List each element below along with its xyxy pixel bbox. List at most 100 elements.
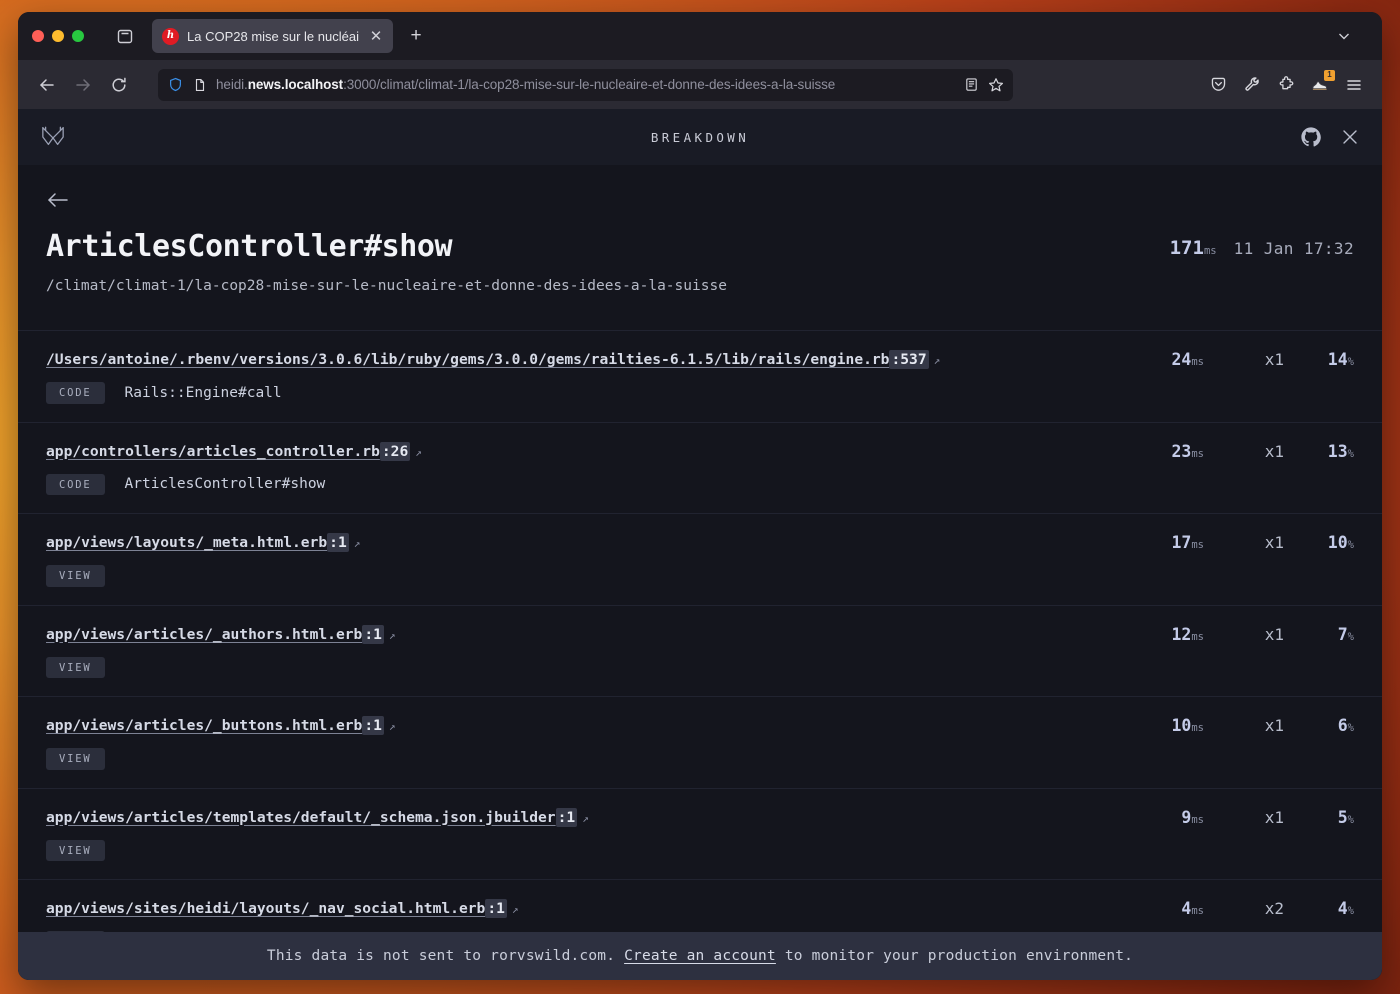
shoe-extension-icon[interactable]: 1 <box>1304 69 1336 101</box>
close-window-button[interactable] <box>32 30 44 42</box>
row-filepath-link[interactable]: app/views/sites/heidi/layouts/_nav_socia… <box>46 898 1109 918</box>
table-row: app/views/articles/templates/default/_sc… <box>18 787 1382 880</box>
row-metrics: 4ms x2 4% <box>1109 898 1354 918</box>
reload-button[interactable] <box>102 68 136 102</box>
row-line-number: :1 <box>485 899 507 918</box>
table-row: app/controllers/articles_controller.rb:2… <box>18 421 1382 514</box>
request-duration: 171ms <box>1169 237 1217 259</box>
row-percentage: 14% <box>1327 350 1354 369</box>
panel-back-row <box>18 165 1382 209</box>
minimize-window-button[interactable] <box>52 30 64 42</box>
row-badge-row: VIEW <box>46 565 1109 587</box>
row-call-count: x1 <box>1264 716 1284 735</box>
sidebar-toggle-icon[interactable] <box>110 21 140 51</box>
row-filepath-link[interactable]: app/views/layouts/_meta.html.erb:1 ↗ <box>46 532 1109 552</box>
external-link-icon[interactable]: ↗ <box>582 812 589 825</box>
row-main: app/views/articles/templates/default/_sc… <box>46 807 1109 861</box>
row-filepath-link[interactable]: app/views/articles/_authors.html.erb:1 ↗ <box>46 624 1109 644</box>
row-filepath-text: app/views/sites/heidi/layouts/_nav_socia… <box>46 900 486 917</box>
table-row: app/views/sites/heidi/layouts/_nav_socia… <box>18 879 1382 932</box>
extensions-puzzle-icon[interactable] <box>1270 69 1302 101</box>
wrench-devtools-icon[interactable] <box>1236 69 1268 101</box>
panel-footer: This data is not sent to rorvswild.com. … <box>18 932 1382 980</box>
maximize-window-button[interactable] <box>72 30 84 42</box>
rorvswild-logo-icon[interactable] <box>40 125 66 149</box>
row-metrics: 12ms x1 7% <box>1109 624 1354 644</box>
row-percentage: 10% <box>1327 533 1354 552</box>
row-kind-badge: VIEW <box>46 748 105 770</box>
row-duration: 9ms <box>1181 807 1204 827</box>
create-account-link[interactable]: Create an account <box>624 948 776 964</box>
row-filepath-link[interactable]: app/views/articles/_buttons.html.erb:1 ↗ <box>46 715 1109 735</box>
row-main: app/views/layouts/_meta.html.erb:1 ↗ VIEW <box>46 532 1109 587</box>
external-link-icon[interactable]: ↗ <box>415 446 422 459</box>
row-duration: 23ms <box>1171 441 1204 461</box>
external-link-icon[interactable]: ↗ <box>389 720 396 733</box>
new-tab-button[interactable]: + <box>401 21 431 51</box>
panel-back-arrow-icon[interactable] <box>46 191 1382 209</box>
shield-icon[interactable] <box>166 76 184 94</box>
url-bar[interactable]: heidi.news.localhost:3000/climat/climat-… <box>158 68 1013 101</box>
row-filepath-text: app/views/articles/_buttons.html.erb <box>46 717 363 734</box>
row-percentage: 13% <box>1327 441 1354 461</box>
row-call-count: x1 <box>1264 441 1284 461</box>
row-filepath-text: app/controllers/articles_controller.rb <box>46 442 380 460</box>
row-line-number: :1 <box>362 624 384 644</box>
github-icon[interactable] <box>1300 126 1322 148</box>
panel-header: BREAKDOWN <box>18 109 1382 165</box>
footer-text-before: This data is not sent to rorvswild.com. <box>266 948 616 964</box>
row-metrics: 17ms x1 10% <box>1109 532 1354 552</box>
tab-close-icon[interactable]: ✕ <box>367 27 385 45</box>
table-row: app/views/articles/_authors.html.erb:1 ↗ V… <box>18 604 1382 697</box>
tab-strip-right-controls <box>1330 22 1372 50</box>
row-filepath-link[interactable]: app/views/articles/templates/default/_sc… <box>46 807 1109 827</box>
list-all-tabs-chevron-down-icon[interactable] <box>1330 22 1358 50</box>
external-link-icon[interactable]: ↗ <box>389 629 396 642</box>
external-link-icon[interactable]: ↗ <box>934 354 941 367</box>
row-duration: 10ms <box>1171 716 1204 735</box>
row-line-number: :537 <box>889 350 929 369</box>
row-main: app/views/sites/heidi/layouts/_nav_socia… <box>46 898 1109 932</box>
reader-view-icon[interactable] <box>962 76 980 94</box>
row-duration: 4ms <box>1181 899 1204 918</box>
pocket-save-icon[interactable] <box>1202 69 1234 101</box>
external-link-icon[interactable]: ↗ <box>512 903 519 916</box>
external-link-icon[interactable]: ↗ <box>354 537 361 550</box>
close-icon[interactable] <box>1340 127 1360 147</box>
request-header: ArticlesController#show /climat/climat-1… <box>18 209 1382 294</box>
app-menu-hamburger-icon[interactable] <box>1338 69 1370 101</box>
row-duration: 12ms <box>1171 624 1204 644</box>
browser-tab-strip: h La COP28 mise sur le nucléaire ✕ + <box>18 12 1382 60</box>
footer-text-after: to monitor your production environment. <box>784 948 1134 964</box>
row-line-number: :1 <box>362 716 384 735</box>
row-main: app/views/articles/_authors.html.erb:1 ↗ V… <box>46 624 1109 678</box>
panel-header-actions <box>1300 126 1360 148</box>
row-badge-row: VIEW <box>46 839 1109 861</box>
page-info-icon[interactable] <box>191 76 209 94</box>
row-badge-row: VIEW <box>46 656 1109 678</box>
row-call-count: x1 <box>1264 533 1284 552</box>
row-kind-badge: VIEW <box>46 565 105 587</box>
breakdown-rows: /Users/antoine/.rbenv/versions/3.0.6/lib… <box>18 330 1382 932</box>
request-path: /climat/climat-1/la-cop28-mise-sur-le-nu… <box>46 278 727 294</box>
row-metrics: 9ms x1 5% <box>1109 807 1354 827</box>
browser-tab[interactable]: h La COP28 mise sur le nucléaire ✕ <box>152 19 393 53</box>
bookmark-star-icon[interactable] <box>987 76 1005 94</box>
row-duration: 24ms <box>1171 350 1204 369</box>
back-button[interactable] <box>30 68 64 102</box>
table-row: /Users/antoine/.rbenv/versions/3.0.6/lib… <box>18 330 1382 422</box>
row-filepath-link[interactable]: /Users/antoine/.rbenv/versions/3.0.6/lib… <box>46 349 1109 369</box>
row-duration: 17ms <box>1171 533 1204 552</box>
row-metrics: 23ms x1 13% <box>1109 441 1354 461</box>
row-badge-row: VIEW <box>46 748 1109 770</box>
forward-button[interactable] <box>66 68 100 102</box>
url-text: heidi.news.localhost:3000/climat/climat-… <box>216 77 836 92</box>
row-call-count: x1 <box>1264 624 1284 644</box>
row-percentage: 7% <box>1337 624 1354 644</box>
tab-favicon-icon: h <box>162 27 179 45</box>
page-title: ArticlesController#show <box>46 229 453 264</box>
row-method-name: ArticlesController#show <box>124 476 326 493</box>
row-call-count: x2 <box>1264 899 1284 918</box>
row-filepath-link[interactable]: app/controllers/articles_controller.rb:2… <box>46 441 1109 461</box>
rorvswild-panel: BREAKDOWN ArticlesController#show /clima… <box>18 109 1382 980</box>
